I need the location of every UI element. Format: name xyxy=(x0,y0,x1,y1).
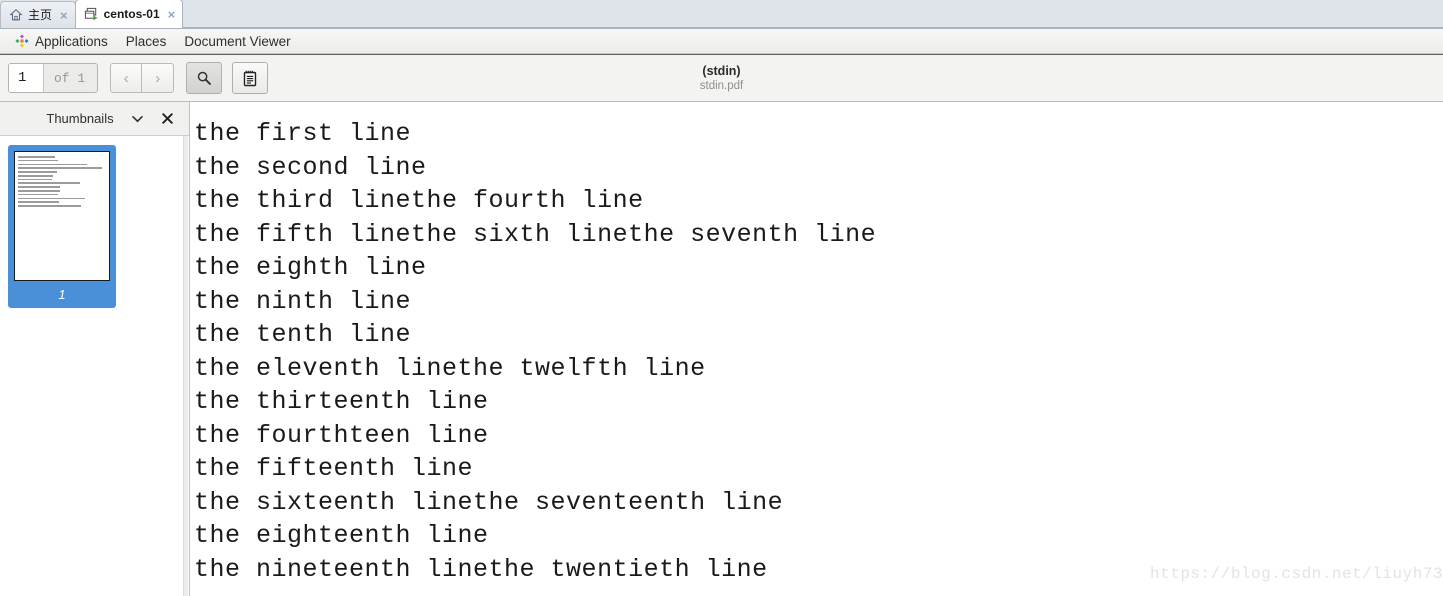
page-total-label: of 1 xyxy=(43,64,98,92)
document-text-line: the eighth line xyxy=(194,253,427,282)
thumbnails-sidebar: Thumbnails 1 xyxy=(0,102,190,596)
close-icon[interactable]: × xyxy=(168,8,176,21)
applications-menu-label: Applications xyxy=(35,33,108,49)
document-text-line: the thirteenth line xyxy=(194,387,489,416)
virtual-machine-icon xyxy=(84,7,99,22)
thumbnail-page-1[interactable]: 1 xyxy=(8,145,116,308)
places-menu[interactable]: Places xyxy=(117,29,176,53)
previous-page-button[interactable]: ‹ xyxy=(110,63,143,93)
places-menu-label: Places xyxy=(125,33,167,49)
document-text-line: the sixteenth linethe seventeenth line xyxy=(194,487,784,517)
document-view[interactable]: the first line the second line the third… xyxy=(190,102,1443,596)
tab-bar-empty-space xyxy=(182,0,1443,28)
page-number-input[interactable] xyxy=(9,64,43,92)
vm-tab-label: centos-01 xyxy=(103,7,160,21)
sidebar-scrollbar[interactable] xyxy=(183,136,188,596)
desktop-menu-bar: Applications Places Document Viewer xyxy=(0,29,1443,54)
annotations-icon xyxy=(242,70,258,87)
centos-logo-icon xyxy=(15,34,29,48)
close-icon[interactable] xyxy=(162,113,173,124)
document-text-line: the fifteenth line xyxy=(194,454,474,483)
document-viewer-menu[interactable]: Document Viewer xyxy=(175,29,299,53)
document-viewer-toolbar: of 1 ‹ › xyxy=(0,54,1443,102)
document-text-line: the fifth linethe sixth linethe seventh … xyxy=(194,219,877,249)
chevron-left-icon: ‹ xyxy=(123,69,129,87)
chevron-right-icon: › xyxy=(155,69,161,87)
vm-tab-bar: 主页 × centos-01 × xyxy=(0,0,1443,29)
annotations-button[interactable] xyxy=(232,62,269,94)
vm-tab-label: 主页 xyxy=(28,8,53,22)
document-text-line: the ninth line xyxy=(194,286,412,316)
sidebar-title[interactable]: Thumbnails xyxy=(46,111,113,126)
applications-menu[interactable]: Applications xyxy=(6,29,117,53)
main-area: Thumbnails 1 the first line the second l… xyxy=(0,102,1443,596)
page-number-group: of 1 xyxy=(8,63,99,93)
document-text-line: the second line xyxy=(194,152,427,182)
document-text-line: the eleventh linethe twelfth line xyxy=(194,353,706,383)
document-text-line: the eighteenth line xyxy=(194,521,489,550)
page-navigation-group: ‹ › xyxy=(110,63,175,93)
next-page-button[interactable]: › xyxy=(142,63,175,93)
home-icon xyxy=(9,8,23,22)
vm-tab-home[interactable]: 主页 × xyxy=(0,1,76,28)
close-icon[interactable]: × xyxy=(60,9,68,22)
watermark-text: https://blog.csdn.net/liuyh73 xyxy=(1150,565,1443,583)
document-text-line: the third linethe fourth line xyxy=(194,186,644,215)
search-icon xyxy=(196,70,212,86)
document-text-line: the fourthteen line xyxy=(194,420,489,450)
thumbnail-preview xyxy=(14,151,110,281)
thumbnail-page-number: 1 xyxy=(58,287,66,302)
document-viewer-menu-label: Document Viewer xyxy=(184,33,291,49)
search-button[interactable] xyxy=(186,62,223,94)
sidebar-header: Thumbnails xyxy=(0,102,189,136)
thumbnail-list: 1 xyxy=(0,136,189,596)
document-text-line: the tenth line xyxy=(194,320,412,349)
chevron-down-icon[interactable] xyxy=(131,115,143,123)
document-text-line: the first line xyxy=(194,119,412,148)
vm-tab-centos-01[interactable]: centos-01 × xyxy=(74,0,184,28)
pdf-page: the first line the second line the third… xyxy=(190,111,1443,596)
